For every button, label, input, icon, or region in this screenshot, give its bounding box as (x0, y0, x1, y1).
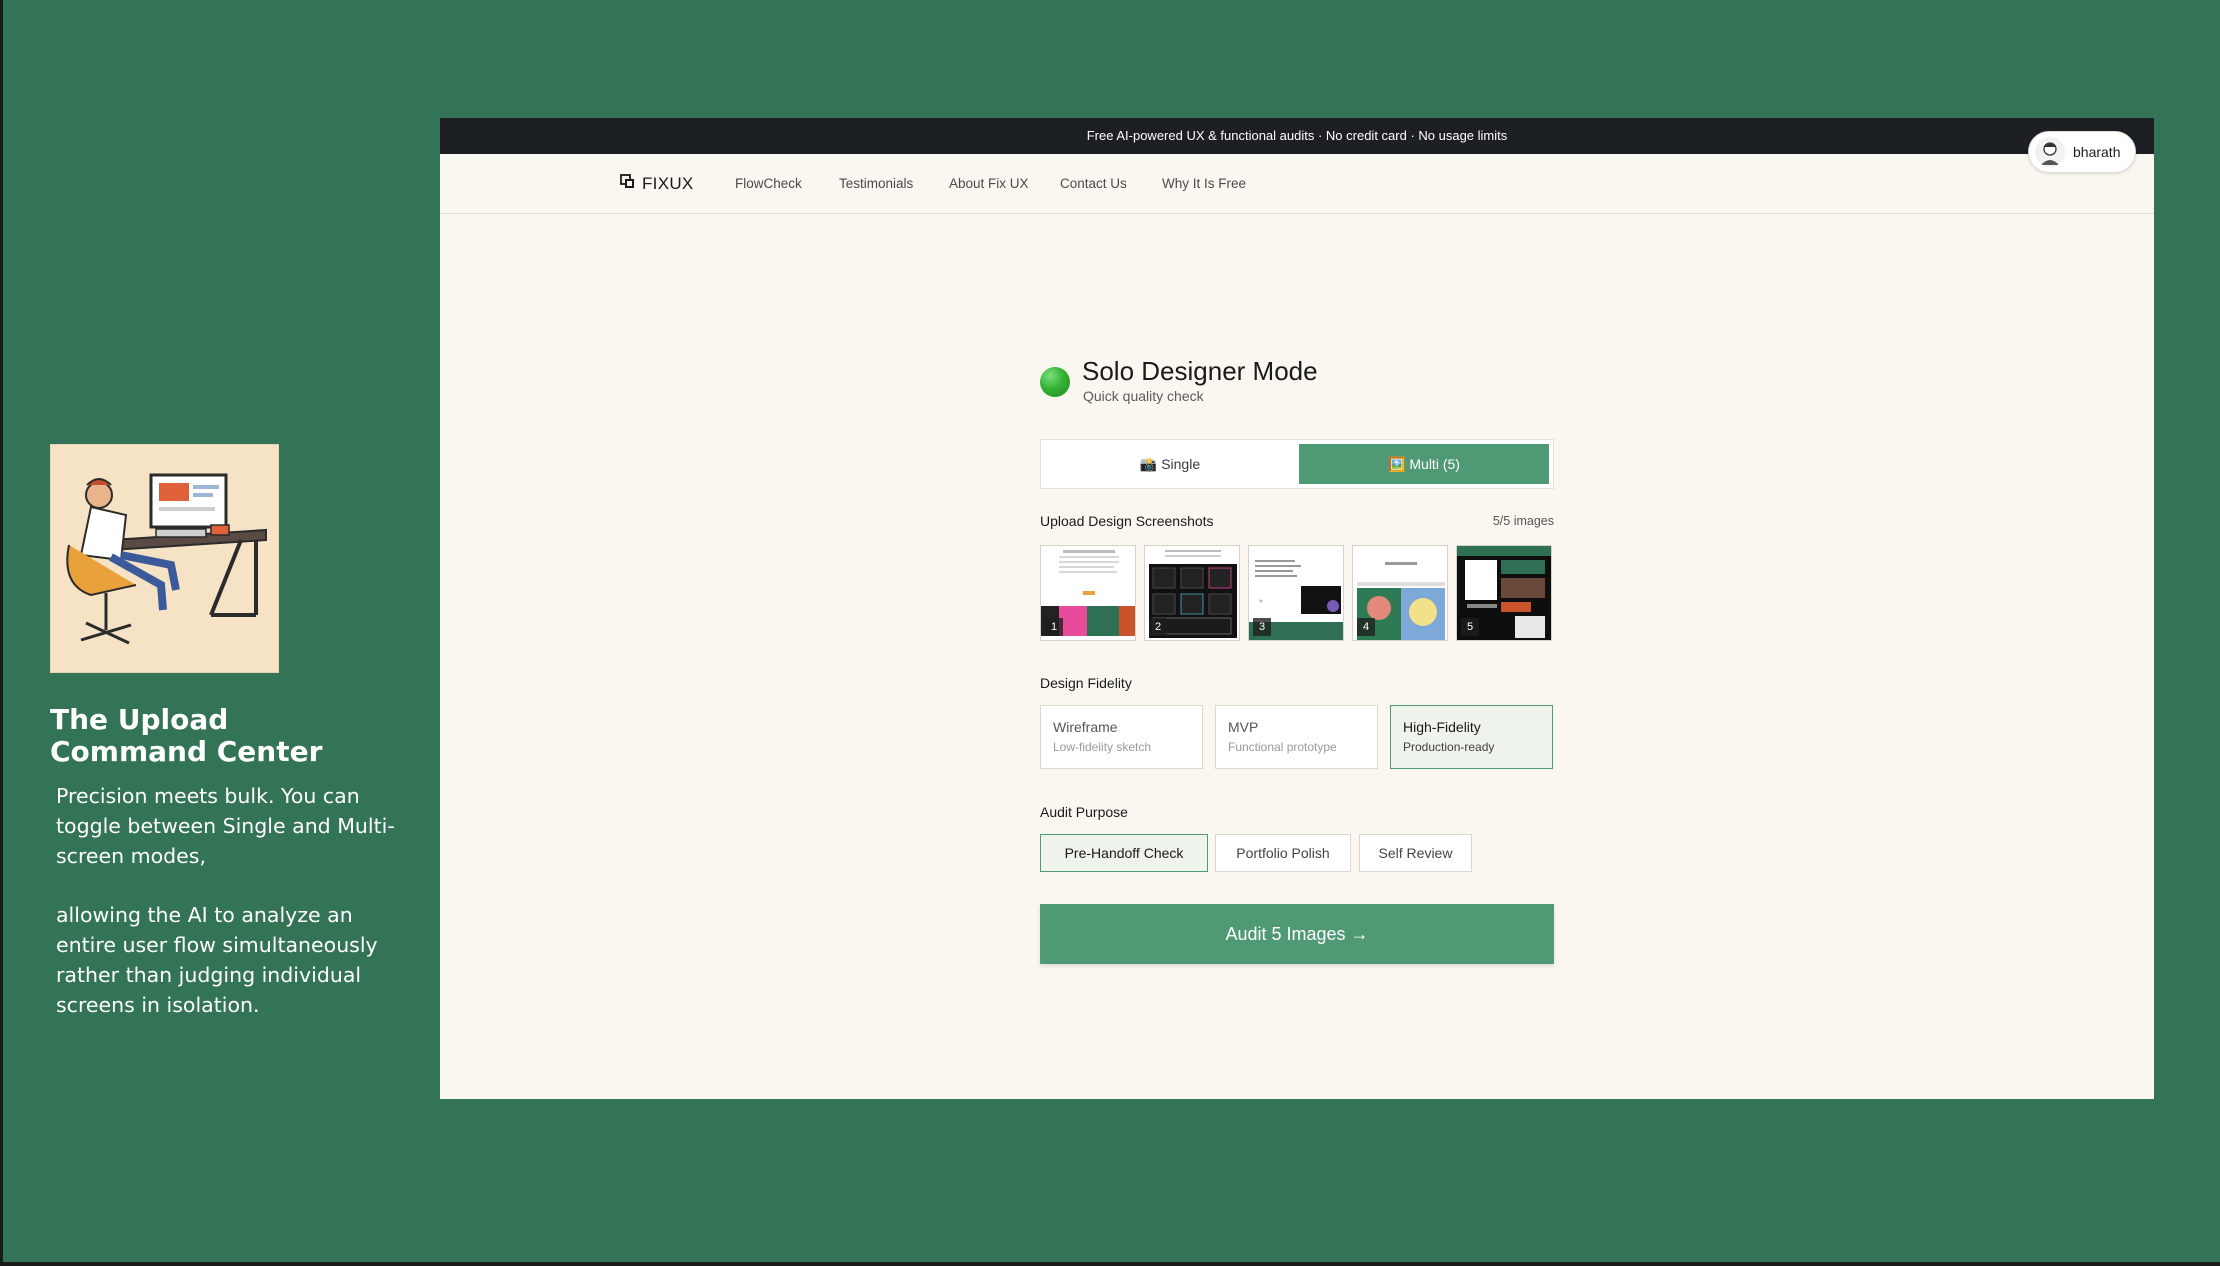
thumbnail-index: 2 (1149, 618, 1167, 636)
purpose-self-review-button[interactable]: Self Review (1359, 834, 1472, 872)
logo-text: FIXUX (642, 174, 694, 193)
thumbnail-4[interactable]: 4 (1352, 545, 1448, 641)
fidelity-option-desc: Production-ready (1403, 740, 1495, 754)
avatar (2035, 137, 2065, 167)
fidelity-label: Design Fidelity (1040, 675, 1132, 691)
fixux-logo[interactable]: FIXUX (620, 174, 694, 194)
user-name: bharath (2073, 144, 2121, 160)
upload-label: Upload Design Screenshots (1040, 513, 1214, 529)
nav-link-testimonials[interactable]: Testimonials (839, 176, 913, 191)
fidelity-option-mvp[interactable]: MVP Functional prototype (1215, 705, 1378, 769)
slide-title: The Upload Command Center (50, 703, 323, 768)
purpose-portfolio-polish-button[interactable]: Portfolio Polish (1215, 834, 1351, 872)
upload-count: 5/5 images (1492, 514, 1554, 528)
nav-link-contact[interactable]: Contact Us (1060, 176, 1127, 191)
window-edge-bottom (0, 1262, 2220, 1266)
thumbnail-2[interactable]: 2 (1144, 545, 1240, 641)
single-mode-button[interactable]: 📸 Single (1045, 444, 1295, 484)
purpose-pre-handoff-button[interactable]: Pre-Handoff Check (1040, 834, 1208, 872)
audit-images-button[interactable]: Audit 5 Images → (1040, 904, 1554, 964)
thumbnail-index: 1 (1045, 618, 1063, 636)
thumbnail-index: 4 (1357, 618, 1375, 636)
thumbnail-5[interactable]: 5 (1456, 545, 1552, 641)
promo-banner: Free AI-powered UX & functional audits ·… (440, 118, 2154, 154)
mode-status-icon (1040, 367, 1070, 397)
thumbnail-index: 3 (1253, 618, 1271, 636)
top-nav: FIXUX FlowCheck Testimonials About Fix U… (440, 154, 2154, 214)
fidelity-option-desc: Low-fidelity sketch (1053, 740, 1152, 754)
window-edge-left (0, 0, 3, 1266)
purpose-label: Audit Purpose (1040, 804, 1128, 820)
nav-link-about[interactable]: About Fix UX (949, 176, 1029, 191)
fidelity-option-name: Wireframe (1053, 719, 1118, 735)
nav-link-flowcheck[interactable]: FlowCheck (735, 176, 802, 191)
fidelity-option-desc: Functional prototype (1228, 740, 1337, 754)
thumbnail-index: 5 (1461, 618, 1479, 636)
designer-illustration (50, 444, 279, 673)
slide-paragraph-1: Precision meets bulk. You can toggle bet… (56, 784, 395, 868)
mode-subtitle: Quick quality check (1083, 388, 1204, 404)
thumbnail-1[interactable]: 1 (1040, 545, 1136, 641)
fidelity-option-wireframe[interactable]: Wireframe Low-fidelity sketch (1040, 705, 1203, 769)
upload-mode-toggle: 📸 Single 🖼️ Multi (5) (1040, 439, 1554, 489)
nav-link-why-free[interactable]: Why It Is Free (1162, 176, 1246, 191)
multi-mode-button[interactable]: 🖼️ Multi (5) (1299, 444, 1549, 484)
logo-icon (620, 174, 635, 194)
thumbnail-3[interactable]: 3 (1248, 545, 1344, 641)
app-screenshot: Free AI-powered UX & functional audits ·… (440, 118, 2154, 1099)
fidelity-option-high-fidelity[interactable]: High-Fidelity Production-ready (1390, 705, 1553, 769)
user-menu[interactable]: bharath (2028, 131, 2136, 173)
fidelity-option-name: High-Fidelity (1403, 719, 1481, 735)
mode-title: Solo Designer Mode (1082, 356, 1318, 386)
fidelity-option-name: MVP (1228, 719, 1259, 735)
slide-paragraph-2: allowing the AI to analyze an entire use… (56, 903, 378, 1017)
